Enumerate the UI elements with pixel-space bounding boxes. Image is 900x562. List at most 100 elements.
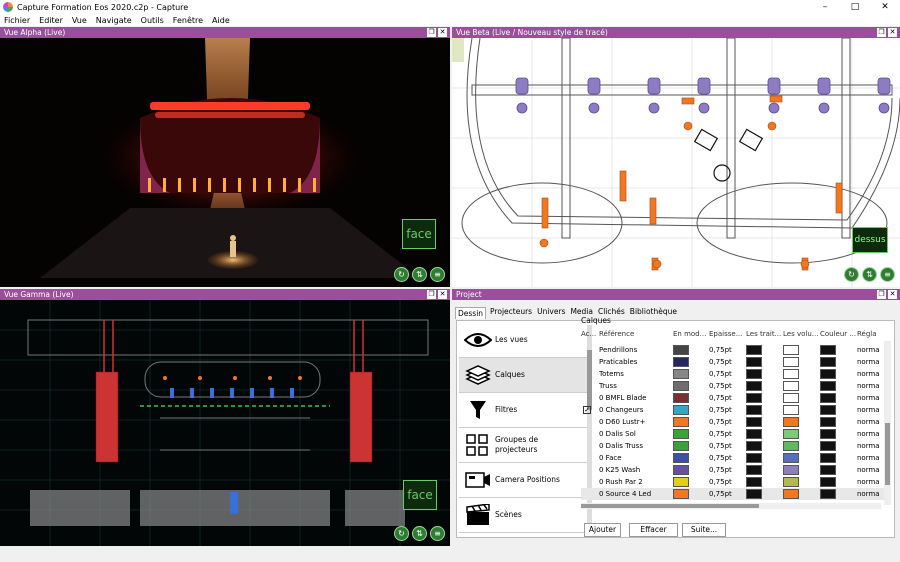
color-swatch[interactable] <box>820 381 836 391</box>
color-swatch[interactable] <box>820 345 836 355</box>
active-checkbox[interactable] <box>581 344 599 356</box>
layer-row[interactable]: Pendrillons 0,75pt norma <box>581 344 887 356</box>
view-orientation-label[interactable]: dessus <box>852 227 888 253</box>
category-groupes[interactable]: Groupes de projecteurs <box>459 428 587 463</box>
layer-row[interactable]: Totems 0,75pt norma <box>581 368 887 380</box>
pane-float-button[interactable]: ❐ <box>427 290 436 299</box>
menu-fenetre[interactable]: Fenêtre <box>173 16 203 25</box>
layer-color-swatch[interactable] <box>673 477 689 487</box>
layer-color-swatch[interactable] <box>673 405 689 415</box>
view-orientation-label[interactable]: face <box>402 219 436 249</box>
volumes-color-swatch[interactable] <box>783 381 799 391</box>
lines-color-swatch[interactable] <box>746 357 762 367</box>
lines-color-swatch[interactable] <box>746 465 762 475</box>
layer-color-swatch[interactable] <box>673 357 689 367</box>
col-mode[interactable]: En mod... <box>673 330 709 342</box>
volumes-color-swatch[interactable] <box>783 393 799 403</box>
pane-close-button[interactable]: ✕ <box>438 28 447 37</box>
lines-color-swatch[interactable] <box>746 453 762 463</box>
layer-row[interactable]: 0 Source 4 Led 0,75pt norma <box>581 488 887 500</box>
maximize-button[interactable]: □ <box>840 0 870 14</box>
col-volumes[interactable]: Les volu... <box>783 330 820 342</box>
color-swatch[interactable] <box>820 393 836 403</box>
col-lines[interactable]: Les trait... <box>746 330 783 342</box>
lines-color-swatch[interactable] <box>746 345 762 355</box>
layer-color-swatch[interactable] <box>673 345 689 355</box>
pane-float-button[interactable]: ❐ <box>877 28 886 37</box>
color-swatch[interactable] <box>820 417 836 427</box>
layer-row[interactable]: 0 K25 Wash 0,75pt norma <box>581 464 887 476</box>
active-checkbox[interactable] <box>581 356 599 368</box>
active-checkbox[interactable] <box>581 440 599 452</box>
volumes-color-swatch[interactable] <box>783 417 799 427</box>
pan-view-icon[interactable]: ⇅ <box>412 267 427 282</box>
volumes-color-swatch[interactable] <box>783 345 799 355</box>
volumes-color-swatch[interactable] <box>783 489 799 499</box>
layers-horizontal-scrollbar[interactable] <box>581 503 881 509</box>
lines-color-swatch[interactable] <box>746 405 762 415</box>
color-swatch[interactable] <box>820 453 836 463</box>
col-active[interactable]: Ac... <box>581 330 599 342</box>
view-beta-viewport[interactable]: dessus ↻ ⇅ ≡ <box>452 38 900 287</box>
color-swatch[interactable] <box>820 477 836 487</box>
next-button[interactable]: Suite... <box>682 523 726 537</box>
category-les-vues[interactable]: Les vues <box>459 323 587 358</box>
pan-view-icon[interactable]: ⇅ <box>412 526 427 541</box>
lines-color-swatch[interactable] <box>746 489 762 499</box>
delete-layer-button[interactable]: Effacer <box>629 523 678 537</box>
view-menu-icon[interactable]: ≡ <box>880 267 895 282</box>
volumes-color-swatch[interactable] <box>783 465 799 475</box>
lines-color-swatch[interactable] <box>746 441 762 451</box>
active-checkbox[interactable]: ✓ <box>581 404 599 416</box>
layer-row[interactable]: 0 Dalis Sol 0,75pt norma <box>581 428 887 440</box>
pane-close-button[interactable]: ✕ <box>888 28 897 37</box>
volumes-color-swatch[interactable] <box>783 429 799 439</box>
rotate-view-icon[interactable]: ↻ <box>394 526 409 541</box>
layer-row[interactable]: Truss 0,75pt norma <box>581 380 887 392</box>
col-thickness[interactable]: Epaisse... <box>709 330 746 342</box>
view-menu-icon[interactable]: ≡ <box>430 526 445 541</box>
active-checkbox[interactable] <box>581 488 599 500</box>
category-filtres[interactable]: Filtres <box>459 393 587 428</box>
layer-color-swatch[interactable] <box>673 489 689 499</box>
category-camera-positions[interactable]: Camera Positions <box>459 463 587 498</box>
active-checkbox[interactable] <box>581 452 599 464</box>
active-checkbox[interactable] <box>581 428 599 440</box>
col-color[interactable]: Couleur ... <box>820 330 857 342</box>
view-menu-icon[interactable]: ≡ <box>430 267 445 282</box>
lines-color-swatch[interactable] <box>746 369 762 379</box>
layer-row[interactable]: 0 Dalis Truss 0,75pt norma <box>581 440 887 452</box>
volumes-color-swatch[interactable] <box>783 477 799 487</box>
color-swatch[interactable] <box>820 441 836 451</box>
volumes-color-swatch[interactable] <box>783 369 799 379</box>
tab-dessin[interactable]: Dessin <box>455 307 487 319</box>
layer-color-swatch[interactable] <box>673 393 689 403</box>
color-swatch[interactable] <box>820 405 836 415</box>
color-swatch[interactable] <box>820 369 836 379</box>
layer-color-swatch[interactable] <box>673 381 689 391</box>
tab-projecteurs[interactable]: Projecteurs <box>489 307 533 319</box>
pane-float-button[interactable]: ❐ <box>877 290 886 299</box>
color-swatch[interactable] <box>820 489 836 499</box>
rotate-view-icon[interactable]: ↻ <box>394 267 409 282</box>
layer-color-swatch[interactable] <box>673 453 689 463</box>
menu-vue[interactable]: Vue <box>72 16 87 25</box>
menu-outils[interactable]: Outils <box>141 16 164 25</box>
lines-color-swatch[interactable] <box>746 417 762 427</box>
col-settings[interactable]: Régla <box>857 330 879 342</box>
pan-view-icon[interactable]: ⇅ <box>862 267 877 282</box>
volumes-color-swatch[interactable] <box>783 405 799 415</box>
layer-color-swatch[interactable] <box>673 465 689 475</box>
volumes-color-swatch[interactable] <box>783 357 799 367</box>
lines-color-swatch[interactable] <box>746 477 762 487</box>
rotate-view-icon[interactable]: ↻ <box>844 267 859 282</box>
layer-row[interactable]: 0 D60 Lustr+ 0,75pt norma <box>581 416 887 428</box>
category-scenes[interactable]: Scènes <box>459 498 587 533</box>
layer-color-swatch[interactable] <box>673 441 689 451</box>
pane-close-button[interactable]: ✕ <box>888 290 897 299</box>
view-orientation-label[interactable]: face <box>403 480 437 510</box>
active-checkbox[interactable] <box>581 368 599 380</box>
view-alpha-viewport[interactable]: face ↻ ⇅ ≡ <box>0 38 450 287</box>
add-layer-button[interactable]: Ajouter <box>584 523 621 537</box>
menu-editer[interactable]: Editer <box>39 16 63 25</box>
